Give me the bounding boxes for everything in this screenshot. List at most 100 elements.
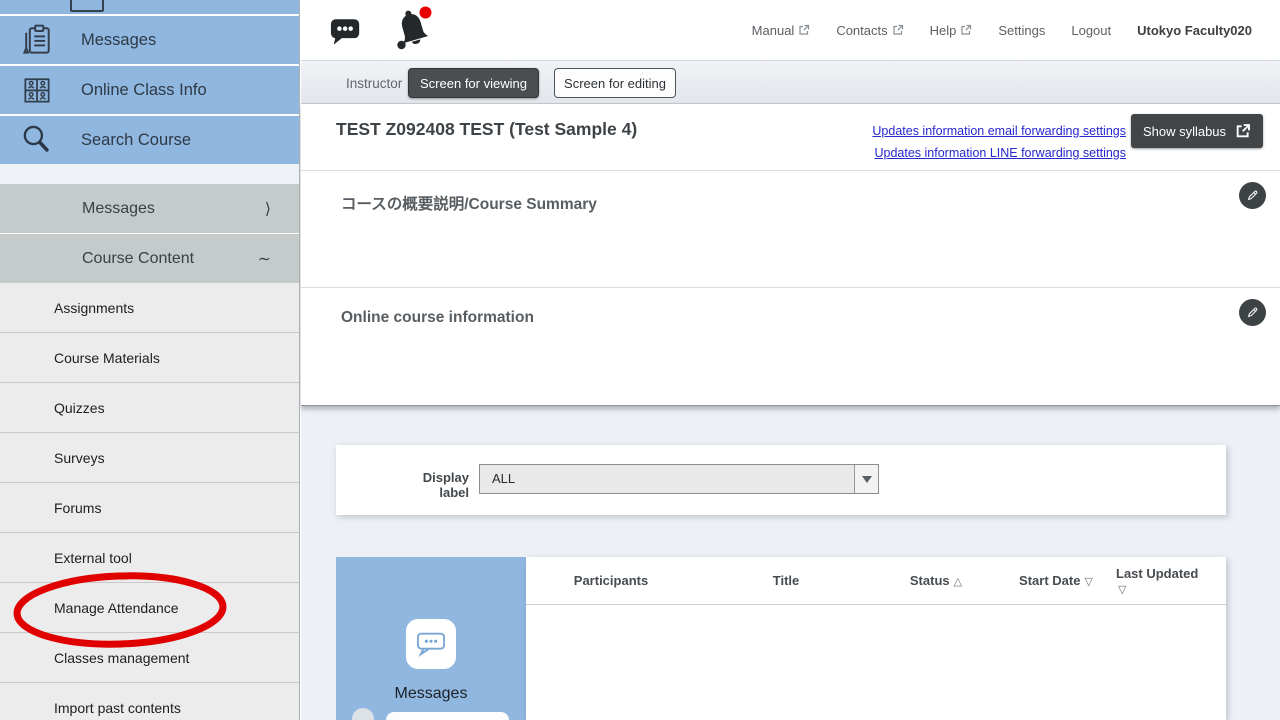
- item-label: Import past contents: [54, 700, 181, 716]
- external-link-icon: [892, 24, 904, 36]
- display-filter-card: Display label ALL: [336, 445, 1226, 515]
- online-course-info-heading: Online course information: [341, 309, 534, 327]
- col-label: Title: [773, 573, 800, 588]
- sidebar-item-partial-top[interactable]: [0, 0, 299, 14]
- sidebar-item-assignments[interactable]: Assignments: [0, 283, 299, 333]
- item-label: Quizzes: [54, 400, 105, 416]
- tile-label: Messages: [336, 685, 526, 703]
- nav-settings[interactable]: Settings: [998, 23, 1045, 38]
- external-link-icon: [1235, 123, 1251, 139]
- messages-table-card: Participants Title Status △ Start Date ▽ L…: [526, 557, 1226, 720]
- lms-page: Messages Online Class Info: [0, 0, 1280, 720]
- sidebar-item-label: Messages: [81, 31, 156, 50]
- main-area: Manual Contacts Help Settings Logout U: [301, 0, 1280, 720]
- button-label: Show syllabus: [1143, 124, 1226, 139]
- display-label-text: Display label: [391, 470, 469, 500]
- sidebar-item-label: Online Class Info: [81, 81, 207, 100]
- nav-label: Contacts: [836, 23, 887, 38]
- col-start-date[interactable]: Start Date ▽: [996, 573, 1116, 588]
- forwarding-links: Updates information email forwarding set…: [872, 120, 1126, 164]
- course-summary-heading: コースの概要説明/Course Summary: [341, 192, 597, 214]
- sort-desc-icon[interactable]: ▽: [1084, 576, 1092, 588]
- chevron-right-icon: ⟩: [265, 199, 271, 219]
- dropdown-arrow-icon[interactable]: [854, 465, 878, 493]
- top-header: Manual Contacts Help Settings Logout U: [301, 0, 1280, 60]
- messages-tile[interactable]: Messages: [336, 557, 526, 720]
- sidebar-item-quizzes[interactable]: Quizzes: [0, 383, 299, 433]
- sidebar-item-online-class-info[interactable]: Online Class Info: [0, 66, 299, 114]
- item-label: Manage Attendance: [54, 600, 179, 616]
- group-label: Messages: [82, 200, 155, 218]
- sidebar-gap: [0, 164, 299, 184]
- nav-manual[interactable]: Manual: [752, 23, 811, 38]
- edit-online-info-button[interactable]: [1239, 299, 1266, 326]
- partial-icon: [70, 0, 104, 12]
- col-label: Status: [910, 573, 950, 588]
- nav-label: Manual: [752, 23, 795, 38]
- collapse-icon: ∼: [258, 249, 271, 269]
- sidebar-item-manage-attendance[interactable]: Manage Attendance: [0, 583, 299, 633]
- sidebar-item-messages[interactable]: Messages: [0, 16, 299, 64]
- top-nav: Manual Contacts Help Settings Logout U: [752, 0, 1252, 60]
- sidebar-item-external-tool[interactable]: External tool: [0, 533, 299, 583]
- page-title: TEST Z092408 TEST (Test Sample 4): [336, 119, 637, 140]
- sidebar-item-forums[interactable]: Forums: [0, 483, 299, 533]
- item-label: External tool: [54, 550, 132, 566]
- sort-asc-icon[interactable]: △: [954, 576, 962, 588]
- sidebar-item-course-materials[interactable]: Course Materials: [0, 333, 299, 383]
- group-label: Course Content: [82, 250, 194, 268]
- user-name: Utokyo Faculty020: [1137, 23, 1252, 38]
- col-label: Participants: [574, 573, 648, 588]
- tab-screen-for-viewing[interactable]: Screen for viewing: [408, 68, 539, 98]
- edit-summary-button[interactable]: [1239, 182, 1266, 209]
- chat-messages-icon[interactable]: [330, 17, 362, 51]
- email-forwarding-link[interactable]: Updates information email forwarding set…: [872, 120, 1126, 142]
- item-label: Course Materials: [54, 350, 160, 366]
- filter-row: Display label ALL: [336, 464, 1226, 494]
- col-label: Start Date: [1019, 573, 1080, 588]
- view-toolbar: Instructor Screen for viewing Screen for…: [301, 60, 1280, 104]
- col-title: Title: [696, 573, 876, 588]
- table-header-row: Participants Title Status △ Start Date ▽ L…: [526, 557, 1226, 605]
- item-label: Surveys: [54, 450, 105, 466]
- divider: [301, 287, 1280, 288]
- col-participants: Participants: [526, 573, 696, 588]
- clipboard-pencil-icon: [17, 22, 57, 58]
- role-label: Instructor: [346, 61, 402, 105]
- external-link-icon: [798, 24, 810, 36]
- sort-desc-icon[interactable]: ▽: [1118, 582, 1221, 598]
- item-label: Assignments: [54, 300, 134, 316]
- sidebar-item-classes-management[interactable]: Classes management: [0, 633, 299, 683]
- select-value: ALL: [492, 465, 515, 493]
- pencil-icon: [1244, 304, 1261, 321]
- line-forwarding-link[interactable]: Updates information LINE forwarding sett…: [872, 142, 1126, 164]
- nav-help[interactable]: Help: [930, 23, 973, 38]
- nav-contacts[interactable]: Contacts: [836, 23, 903, 38]
- nav-logout[interactable]: Logout: [1071, 23, 1111, 38]
- tab-screen-for-editing[interactable]: Screen for editing: [554, 68, 676, 98]
- col-status[interactable]: Status △: [876, 573, 996, 588]
- external-link-icon: [960, 24, 972, 36]
- sidebar: Messages Online Class Info: [0, 0, 300, 720]
- course-content-panel: TEST Z092408 TEST (Test Sample 4) Update…: [301, 104, 1280, 406]
- divider: [301, 170, 1280, 171]
- nav-label: Help: [930, 23, 957, 38]
- sidebar-item-import-past-contents[interactable]: Import past contents: [0, 683, 299, 720]
- notifications-bell-icon[interactable]: [393, 4, 433, 57]
- sidebar-item-label: Search Course: [81, 131, 191, 150]
- sidebar-item-surveys[interactable]: Surveys: [0, 433, 299, 483]
- item-label: Forums: [54, 500, 101, 516]
- speech-bubble-icon: [406, 619, 456, 669]
- class-grid-icon: [17, 73, 57, 107]
- pencil-icon: [1244, 187, 1261, 204]
- partial-button[interactable]: [386, 712, 509, 720]
- sidebar-item-search-course[interactable]: Search Course: [0, 116, 299, 164]
- partial-badge: [352, 708, 374, 720]
- search-icon: [17, 122, 57, 158]
- sidebar-group-course-content[interactable]: Course Content ∼: [0, 234, 299, 283]
- nav-label: Settings: [998, 23, 1045, 38]
- col-last-updated[interactable]: Last Updated▽: [1116, 564, 1221, 598]
- show-syllabus-button[interactable]: Show syllabus: [1131, 114, 1263, 148]
- sidebar-group-messages[interactable]: Messages ⟩: [0, 184, 299, 233]
- display-label-select[interactable]: ALL: [479, 464, 879, 494]
